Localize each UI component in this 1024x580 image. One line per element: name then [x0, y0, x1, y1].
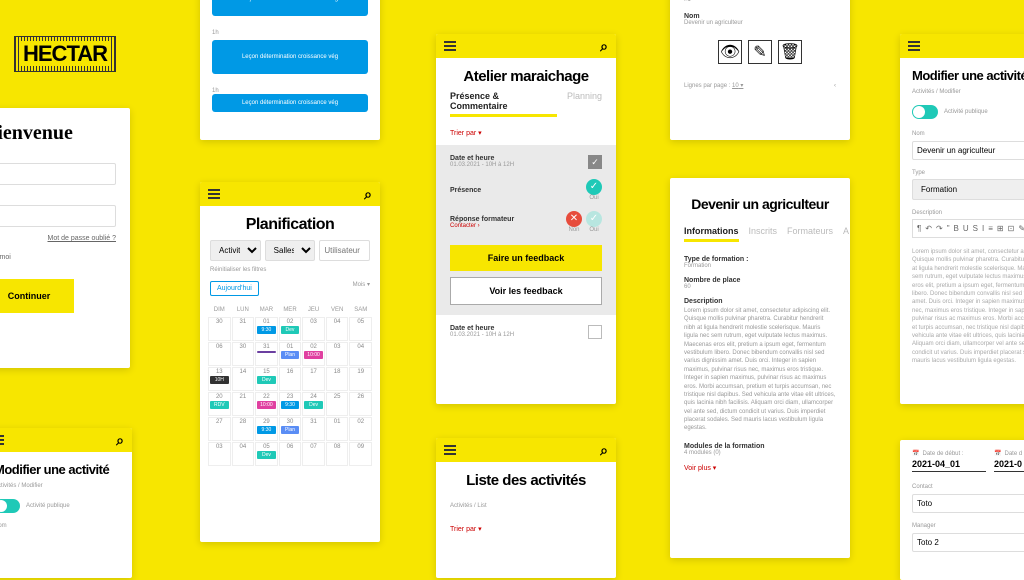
contact-link[interactable]: Contacter ›: [450, 223, 514, 229]
tab-presence[interactable]: Présence & Commentaire: [450, 91, 557, 117]
prev-page[interactable]: ‹: [834, 83, 836, 89]
search-icon[interactable]: ⌕: [364, 186, 372, 203]
email-field[interactable]: [0, 163, 116, 185]
filter-activities[interactable]: Activités: [210, 240, 261, 261]
password-field[interactable]: [0, 205, 116, 227]
search-icon[interactable]: ⌕: [600, 38, 608, 55]
view-feedback-button[interactable]: Voir les feedback: [450, 277, 602, 305]
list-title: Liste des activités: [436, 462, 616, 495]
reset-filters[interactable]: Réinitialiser les filtres: [200, 267, 380, 281]
today-button[interactable]: Aujourd'hui: [210, 281, 259, 296]
more-link[interactable]: Voir plus ▾: [684, 464, 836, 472]
x-icon[interactable]: ✕: [566, 211, 582, 227]
feedback-button[interactable]: Faire un feedback: [450, 245, 602, 271]
atelier-title: Atelier maraichage: [436, 58, 616, 91]
check-icon[interactable]: ✓: [586, 211, 602, 227]
planning-title: Planification: [200, 206, 380, 240]
search-icon[interactable]: ⌕: [116, 432, 124, 449]
type-select[interactable]: Formation: [912, 179, 1024, 200]
filter-users[interactable]: [319, 240, 370, 261]
manager-input[interactable]: [912, 533, 1024, 552]
public-toggle[interactable]: [0, 499, 20, 513]
tab-info[interactable]: Informations: [684, 226, 739, 242]
login-title: Bienvenue: [0, 122, 116, 145]
edit-icon[interactable]: ✎: [748, 40, 772, 64]
check-icon[interactable]: ✓: [586, 179, 602, 195]
per-page-select[interactable]: 10 ▾: [732, 83, 743, 89]
forgot-link[interactable]: Mot de passe oublié ?: [0, 235, 116, 242]
lesson-item[interactable]: Leçon détermination croissance vég: [212, 0, 368, 16]
breadcrumb: Activités / Modifier: [0, 483, 122, 489]
login-button[interactable]: Continuer: [0, 279, 74, 313]
menu-icon[interactable]: [444, 445, 456, 455]
delete-icon[interactable]: 🗑: [778, 40, 802, 64]
public-toggle[interactable]: [912, 105, 938, 119]
modifier-title-r: Modifier une activité: [900, 58, 1024, 89]
rich-editor-toolbar[interactable]: ¶↶↷"BUSI≡⊞⊡✎<>?P: [912, 219, 1024, 238]
lesson-item[interactable]: Leçon détermination croissance vég: [212, 40, 368, 74]
view-select[interactable]: Mois ▾: [353, 281, 370, 296]
view-icon[interactable]: 👁: [718, 40, 742, 64]
tab-inscrits[interactable]: Inscrits: [749, 226, 778, 242]
calendar-icon: 📅: [912, 450, 919, 457]
checkbox[interactable]: [588, 325, 602, 339]
menu-icon[interactable]: [208, 189, 220, 199]
modifier-title: Modifier une activité: [0, 452, 132, 483]
tab-planning[interactable]: Planning: [567, 91, 602, 117]
formation-title: Devenir un agriculteur: [670, 178, 850, 218]
breadcrumb: Activités / Modifier: [912, 89, 1024, 95]
checkbox[interactable]: ✓: [588, 155, 602, 169]
date-start-input[interactable]: 2021-04_01: [912, 457, 986, 472]
date-end-input[interactable]: 2021-0: [994, 457, 1024, 472]
contact-input[interactable]: [912, 494, 1024, 513]
menu-icon[interactable]: [908, 41, 920, 51]
logo: HECTAR: [14, 36, 116, 72]
name-input[interactable]: [912, 141, 1024, 160]
sort-select[interactable]: Trier par ▾: [450, 525, 602, 533]
tab-formateurs[interactable]: Formateurs: [787, 226, 833, 242]
filter-rooms[interactable]: Salles: [265, 240, 316, 261]
lesson-item[interactable]: Leçon détermination croissance vég: [212, 94, 368, 112]
breadcrumb: Activités / List: [450, 503, 602, 509]
search-icon[interactable]: ⌕: [600, 442, 608, 459]
menu-icon[interactable]: [444, 41, 456, 51]
remember-label: ir de moi: [0, 254, 116, 261]
sort-select[interactable]: Trier par ▾: [436, 125, 616, 145]
menu-icon[interactable]: [0, 435, 4, 445]
calendar-icon: 📅: [994, 450, 1001, 457]
